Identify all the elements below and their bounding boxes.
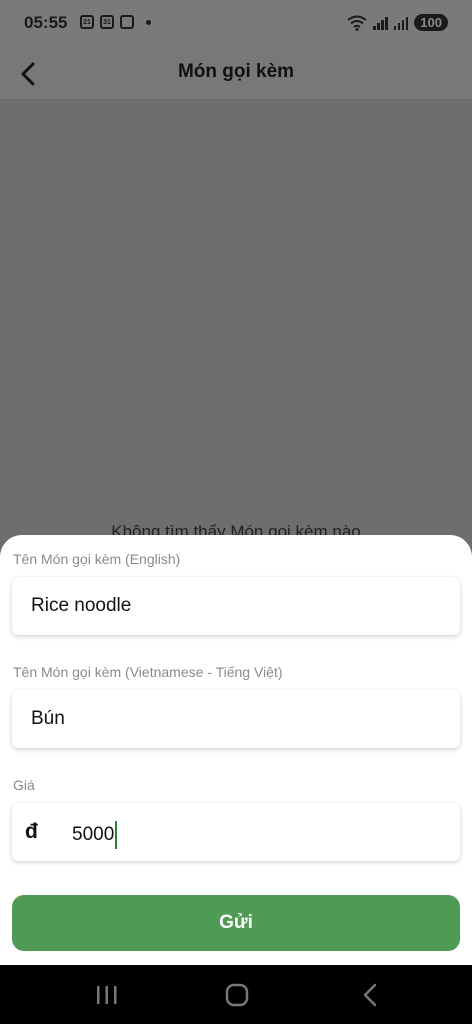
price-label: Giá (13, 777, 35, 793)
price-input[interactable]: 5000 (72, 821, 118, 849)
text-caret (115, 821, 118, 849)
system-nav-bar (0, 965, 472, 1024)
name-vi-value: Bún (31, 708, 65, 729)
name-en-value: Rice noodle (31, 595, 132, 616)
add-side-dish-sheet: Tên Món gọi kèm (English) Rice noodle Tê… (0, 535, 472, 965)
status-time: 05:55 (24, 13, 68, 32)
screenshot-icon (120, 15, 134, 29)
name-vi-label: Tên Món gọi kèm (Vietnamese - Tiếng Việt… (13, 664, 283, 680)
name-en-field[interactable]: Rice noodle (12, 577, 460, 635)
price-value: 5000 (72, 824, 115, 845)
notification-icons: 21 31 (80, 15, 151, 29)
currency-symbol: đ (25, 820, 38, 843)
system-icons: 100 (347, 14, 448, 31)
price-field[interactable]: đ 5000 (12, 803, 460, 861)
name-en-label: Tên Món gọi kèm (English) (13, 551, 181, 567)
more-notifications-dot (146, 19, 151, 25)
wifi-icon (347, 15, 367, 31)
app-bar: Món gọi kèm (0, 48, 472, 100)
page-title: Món gọi kèm (177, 61, 295, 82)
signal-icon (373, 16, 388, 30)
back-icon (363, 983, 377, 1007)
system-back-button[interactable] (357, 983, 385, 1007)
signal-icon (393, 16, 409, 30)
home-button[interactable] (223, 983, 251, 1007)
recents-icon (97, 986, 117, 1004)
battery-indicator: 100 (414, 14, 448, 31)
calendar-notification-icon: 31 (100, 15, 114, 29)
status-bar: 05:55 21 31 100 (0, 0, 472, 48)
submit-button[interactable]: Gửi (12, 895, 460, 951)
home-icon (225, 983, 249, 1007)
name-vi-field[interactable]: Bún (12, 690, 460, 748)
recents-button[interactable] (93, 983, 121, 1007)
calendar-notification-icon: 21 (80, 15, 94, 29)
